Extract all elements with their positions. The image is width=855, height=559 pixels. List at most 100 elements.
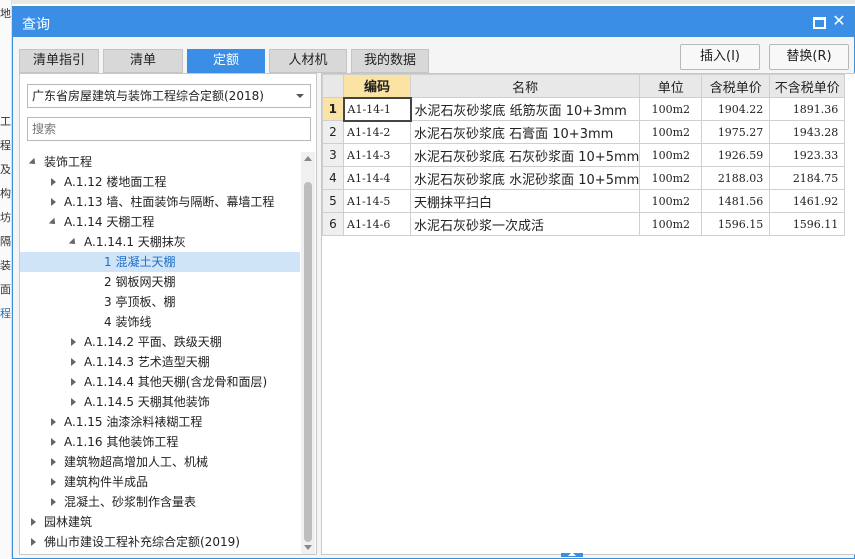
tree-node[interactable]: A.1.14.4 其他天棚(含龙骨和面层): [20, 372, 300, 392]
cell-notax-price[interactable]: 1596.11: [769, 212, 846, 236]
cell-notax-price[interactable]: 2184.75: [769, 166, 846, 190]
tab-quota[interactable]: 定额: [187, 49, 265, 73]
table-row[interactable]: 2 A1-14-2 水泥石灰砂浆底 石膏面 10+3mm 100m2 1975.27 19…: [322, 120, 846, 144]
tree-node[interactable]: A.1.14 天棚工程: [20, 212, 300, 232]
tree-node[interactable]: 2 钢板网天棚: [20, 272, 300, 292]
search-input[interactable]: [27, 117, 311, 141]
row-number[interactable]: 1: [322, 97, 344, 121]
row-number[interactable]: 2: [322, 120, 344, 144]
cell-tax-price[interactable]: 1904.22: [701, 97, 771, 121]
tree-node[interactable]: 建筑物超高增加人工、机械: [20, 452, 300, 472]
tree-node[interactable]: 4 装饰线: [20, 312, 300, 332]
cell-code[interactable]: A1-14-6: [343, 212, 411, 236]
cell-name[interactable]: 水泥石灰砂浆一次成活: [409, 212, 641, 236]
replace-button[interactable]: 替换(R): [769, 44, 849, 70]
scrollbar-thumb[interactable]: [304, 182, 312, 542]
expand-down-icon[interactable]: [68, 232, 78, 252]
tree-node[interactable]: 混凝土、砂浆制作含量表: [20, 492, 300, 512]
cell-unit[interactable]: 100m2: [639, 189, 703, 213]
cell-name[interactable]: 水泥石灰砂浆底 纸筋灰面 10+3mm: [409, 97, 641, 121]
scroll-up-icon[interactable]: [304, 156, 312, 161]
cell-code[interactable]: A1-14-3: [343, 143, 411, 167]
cell-name[interactable]: 天棚抹平扫白: [409, 189, 641, 213]
quota-library-dropdown[interactable]: 广东省房屋建筑与装饰工程综合定额(2018): [27, 84, 311, 108]
insert-button[interactable]: 插入(I): [680, 44, 760, 70]
tab-my-data[interactable]: 我的数据: [351, 49, 429, 73]
collapse-right-icon[interactable]: [68, 372, 78, 392]
tree-node[interactable]: 1 混凝土天棚: [20, 252, 300, 272]
tree-node[interactable]: 佛山市建设工程补充综合定额(2019): [20, 532, 300, 552]
cell-unit[interactable]: 100m2: [639, 212, 703, 236]
cell-tax-price[interactable]: 1596.15: [701, 212, 771, 236]
column-header-tax-price[interactable]: 含税单价: [701, 74, 771, 98]
cell-notax-price[interactable]: 1461.92: [769, 189, 846, 213]
collapse-right-icon[interactable]: [48, 492, 58, 512]
tree-node[interactable]: A.1.14.1 天棚抹灰: [20, 232, 300, 252]
cell-tax-price[interactable]: 1481.56: [701, 189, 771, 213]
collapse-right-icon[interactable]: [68, 332, 78, 352]
tree-node[interactable]: 园林建筑: [20, 512, 300, 532]
scroll-down-icon[interactable]: [304, 545, 312, 550]
cell-notax-price[interactable]: 1943.28: [769, 120, 846, 144]
cell-notax-price[interactable]: 1923.33: [769, 143, 846, 167]
row-number[interactable]: 4: [322, 166, 344, 190]
panel-splitter-handle[interactable]: [561, 552, 583, 557]
chevron-down-icon[interactable]: [296, 94, 304, 98]
table-row[interactable]: 5 A1-14-5 天棚抹平扫白 100m2 1481.56 1461.92: [322, 189, 846, 213]
row-number[interactable]: 5: [322, 189, 344, 213]
cell-code[interactable]: A1-14-1: [342, 96, 412, 122]
column-header-notax-price[interactable]: 不含税单价: [769, 74, 846, 98]
table-row[interactable]: 3 A1-14-3 水泥石灰砂浆底 石灰砂浆面 10+5mm 100m2 1926.59…: [322, 143, 846, 167]
cell-tax-price[interactable]: 1975.27: [701, 120, 771, 144]
close-icon[interactable]: ✕: [831, 13, 847, 29]
tree-node[interactable]: A.1.14.2 平面、跌级天棚: [20, 332, 300, 352]
row-number[interactable]: 3: [322, 143, 344, 167]
cell-code[interactable]: A1-14-2: [343, 120, 411, 144]
column-header-unit[interactable]: 单位: [639, 74, 703, 98]
cell-tax-price[interactable]: 2188.03: [701, 166, 771, 190]
cell-unit[interactable]: 100m2: [639, 143, 703, 167]
cell-code[interactable]: A1-14-4: [343, 166, 411, 190]
column-header-name[interactable]: 名称: [409, 74, 641, 98]
collapse-right-icon[interactable]: [48, 452, 58, 472]
tab-labor-material-machine[interactable]: 人材机: [269, 49, 347, 73]
tree-node[interactable]: 装饰工程: [20, 152, 300, 172]
tree-node[interactable]: 3 亭顶板、棚: [20, 292, 300, 312]
cell-unit[interactable]: 100m2: [639, 166, 703, 190]
cell-name[interactable]: 水泥石灰砂浆底 石膏面 10+3mm: [409, 120, 641, 144]
tab-list[interactable]: 清单: [103, 49, 183, 73]
expand-down-icon[interactable]: [28, 152, 38, 172]
cell-unit[interactable]: 100m2: [639, 120, 703, 144]
tree-node[interactable]: A.1.12 楼地面工程: [20, 172, 300, 192]
collapse-right-icon[interactable]: [48, 472, 58, 492]
cell-notax-price[interactable]: 1891.36: [769, 97, 846, 121]
expand-down-icon[interactable]: [48, 212, 58, 232]
collapse-right-icon[interactable]: [28, 532, 38, 552]
collapse-right-icon[interactable]: [48, 412, 58, 432]
cell-name[interactable]: 水泥石灰砂浆底 水泥砂浆面 10+5mm: [409, 166, 641, 190]
tab-list-guide[interactable]: 清单指引: [19, 49, 99, 73]
collapse-right-icon[interactable]: [68, 392, 78, 412]
tree-node[interactable]: A.1.14.3 艺术造型天棚: [20, 352, 300, 372]
tree-node[interactable]: A.1.13 墙、柱面装饰与隔断、幕墙工程: [20, 192, 300, 212]
cell-unit[interactable]: 100m2: [639, 97, 703, 121]
tree-scrollbar[interactable]: [301, 152, 315, 554]
tree-node[interactable]: A.1.14.5 天棚其他装饰: [20, 392, 300, 412]
table-row[interactable]: 6 A1-14-6 水泥石灰砂浆一次成活 100m2 1596.15 1596.11: [322, 212, 846, 236]
cell-tax-price[interactable]: 1926.59: [701, 143, 771, 167]
maximize-icon[interactable]: [810, 13, 826, 29]
collapse-right-icon[interactable]: [48, 432, 58, 452]
table-row[interactable]: 4 A1-14-4 水泥石灰砂浆底 水泥砂浆面 10+5mm 100m2 2188.03…: [322, 166, 846, 190]
collapse-right-icon[interactable]: [68, 352, 78, 372]
table-row[interactable]: 1 A1-14-1 水泥石灰砂浆底 纸筋灰面 10+3mm 100m2 1904.22 1…: [322, 96, 846, 122]
row-number[interactable]: 6: [322, 212, 344, 236]
dialog-titlebar[interactable]: 查询 ✕: [13, 7, 854, 37]
cell-code[interactable]: A1-14-5: [343, 189, 411, 213]
collapse-right-icon[interactable]: [28, 512, 38, 532]
collapse-right-icon[interactable]: [48, 172, 58, 192]
tree-node[interactable]: 建筑构件半成品: [20, 472, 300, 492]
cell-name[interactable]: 水泥石灰砂浆底 石灰砂浆面 10+5mm: [409, 143, 641, 167]
tree-node[interactable]: A.1.15 油漆涂料裱糊工程: [20, 412, 300, 432]
collapse-right-icon[interactable]: [48, 192, 58, 212]
tree-node[interactable]: A.1.16 其他装饰工程: [20, 432, 300, 452]
